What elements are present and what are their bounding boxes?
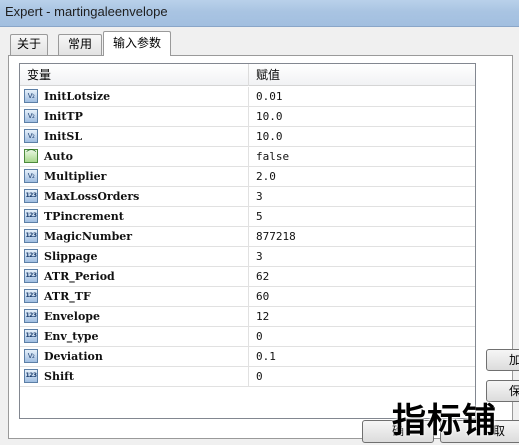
value-cell[interactable]: 0.1 <box>256 347 276 366</box>
tab-input-parameters[interactable]: 输入参数 <box>103 31 171 56</box>
variable-name: InitSL <box>44 130 83 143</box>
variable-cell[interactable]: 123 Slippage <box>20 247 249 266</box>
value-cell[interactable]: 877218 <box>256 227 296 246</box>
value-cell[interactable]: 0.01 <box>256 87 283 106</box>
variable-cell[interactable]: V₂ InitSL <box>20 127 249 146</box>
double-type-icon: V₂ <box>24 89 38 103</box>
column-header-value[interactable]: 赋值 <box>249 64 475 86</box>
variable-cell[interactable]: V₂ Deviation <box>20 347 249 366</box>
double-type-icon: V₂ <box>24 349 38 363</box>
value-cell[interactable]: 12 <box>256 307 269 326</box>
variable-cell[interactable]: 123 ATR_Period <box>20 267 249 286</box>
table-row[interactable]: 123 Shift 0 <box>20 367 475 387</box>
int-type-icon: 123 <box>24 249 38 263</box>
variable-name: Slippage <box>44 250 98 263</box>
parameters-list[interactable]: 变量 赋值 V₂ InitLotsize 0.01 V₂ InitTP 10.0 V₂ Ini… <box>19 63 476 419</box>
window-title: Expert - martingaleenvelope <box>5 4 168 19</box>
variable-cell[interactable]: 123 TPincrement <box>20 207 249 226</box>
double-type-icon: V₂ <box>24 169 38 183</box>
variable-name: MagicNumber <box>44 230 133 243</box>
table-row[interactable]: V₂ Multiplier 2.0 <box>20 167 475 187</box>
bool-type-icon: ⌒ <box>24 149 38 163</box>
double-type-icon: V₂ <box>24 109 38 123</box>
variable-cell[interactable]: ⌒ Auto <box>20 147 249 166</box>
variable-cell[interactable]: 123 Shift <box>20 367 249 386</box>
table-row[interactable]: 123 MaxLossOrders 3 <box>20 187 475 207</box>
title-bar[interactable]: Expert - martingaleenvelope <box>0 0 519 27</box>
value-cell[interactable]: 60 <box>256 287 269 306</box>
table-row[interactable]: 123 Slippage 3 <box>20 247 475 267</box>
value-cell[interactable]: 5 <box>256 207 263 226</box>
int-type-icon: 123 <box>24 289 38 303</box>
variable-name: MaxLossOrders <box>44 190 140 203</box>
table-row[interactable]: 123 MagicNumber 877218 <box>20 227 475 247</box>
int-type-icon: 123 <box>24 269 38 283</box>
table-row[interactable]: 123 Env_type 0 <box>20 327 475 347</box>
variable-cell[interactable]: 123 ATR_TF <box>20 287 249 306</box>
int-type-icon: 123 <box>24 229 38 243</box>
double-type-icon: V₂ <box>24 129 38 143</box>
variable-name: Multiplier <box>44 170 107 183</box>
variable-name: ATR_Period <box>44 270 115 283</box>
tab-about[interactable]: 关于 <box>10 34 48 55</box>
variable-name: Env_type <box>44 330 99 343</box>
variable-cell[interactable]: V₂ InitLotsize <box>20 87 249 106</box>
variable-cell[interactable]: 123 MaxLossOrders <box>20 187 249 206</box>
value-cell[interactable]: 10.0 <box>256 127 283 146</box>
variable-name: Shift <box>44 370 74 383</box>
variable-name: TPincrement <box>44 210 124 223</box>
value-cell[interactable]: 3 <box>256 187 263 206</box>
table-row[interactable]: ⌒ Auto false <box>20 147 475 167</box>
int-type-icon: 123 <box>24 329 38 343</box>
variable-name: Envelope <box>44 310 100 323</box>
variable-cell[interactable]: 123 Envelope <box>20 307 249 326</box>
table-row[interactable]: 123 ATR_Period 62 <box>20 267 475 287</box>
table-row[interactable]: V₂ InitTP 10.0 <box>20 107 475 127</box>
dialog-body: 关于 常用 输入参数 变量 赋值 V₂ InitLotsize 0.01 V₂ Init… <box>0 27 519 445</box>
table-row[interactable]: 123 TPincrement 5 <box>20 207 475 227</box>
int-type-icon: 123 <box>24 189 38 203</box>
variable-name: InitLotsize <box>44 90 111 103</box>
variable-cell[interactable]: V₂ InitTP <box>20 107 249 126</box>
tab-common[interactable]: 常用 <box>58 34 102 55</box>
table-row[interactable]: V₂ InitLotsize 0.01 <box>20 87 475 107</box>
table-row[interactable]: 123 Envelope 12 <box>20 307 475 327</box>
value-cell[interactable]: 10.0 <box>256 107 283 126</box>
value-cell[interactable]: false <box>256 147 289 166</box>
load-button[interactable]: 加 <box>486 349 519 371</box>
int-type-icon: 123 <box>24 209 38 223</box>
variable-cell[interactable]: 123 Env_type <box>20 327 249 346</box>
variable-cell[interactable]: 123 MagicNumber <box>20 227 249 246</box>
table-row[interactable]: V₂ InitSL 10.0 <box>20 127 475 147</box>
int-type-icon: 123 <box>24 309 38 323</box>
variable-name: InitTP <box>44 110 83 123</box>
value-cell[interactable]: 0 <box>256 367 263 386</box>
variable-name: ATR_TF <box>44 290 91 303</box>
value-cell[interactable]: 0 <box>256 327 263 346</box>
int-type-icon: 123 <box>24 369 38 383</box>
variable-name: Deviation <box>44 350 103 363</box>
list-header: 变量 赋值 <box>20 64 475 86</box>
variable-cell[interactable]: V₂ Multiplier <box>20 167 249 186</box>
value-cell[interactable]: 62 <box>256 267 269 286</box>
column-header-variable[interactable]: 变量 <box>20 64 249 86</box>
variable-name: Auto <box>44 150 73 163</box>
watermark-logo: 指标铺 <box>392 401 497 441</box>
value-cell[interactable]: 2.0 <box>256 167 276 186</box>
value-cell[interactable]: 3 <box>256 247 263 266</box>
table-row[interactable]: 123 ATR_TF 60 <box>20 287 475 307</box>
table-row[interactable]: V₂ Deviation 0.1 <box>20 347 475 367</box>
